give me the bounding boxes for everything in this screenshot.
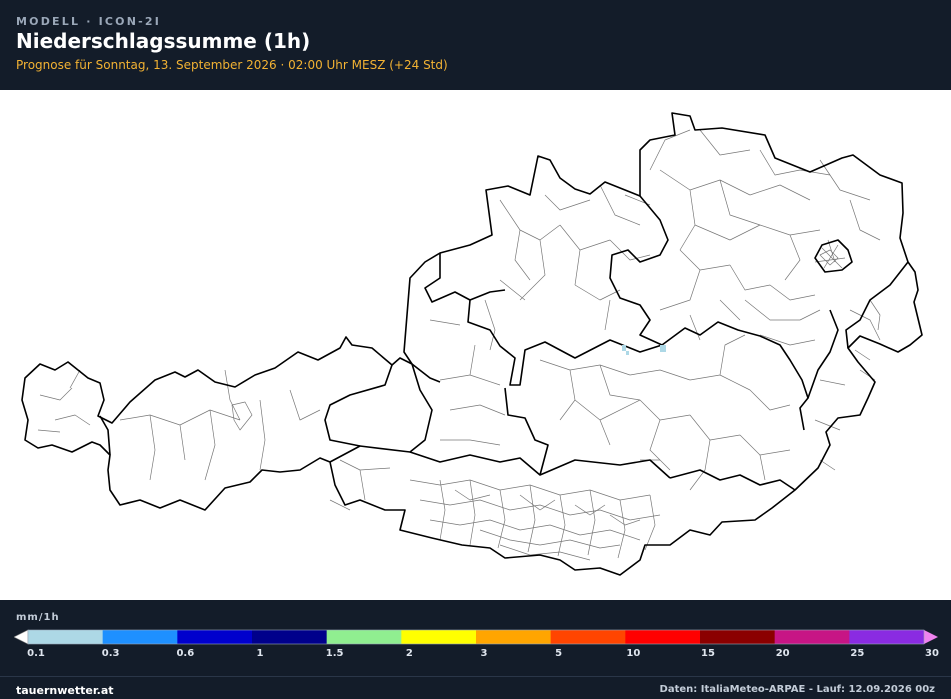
austria-map	[21, 112, 923, 576]
colorbar-segment	[476, 630, 552, 644]
precipitation-colorbar	[14, 629, 938, 645]
colorbar-tick-label: 5	[555, 648, 563, 659]
forecast-time: Prognose für Sonntag, 13. September 2026…	[16, 58, 448, 72]
precip-cell	[660, 345, 666, 352]
colorbar-segment	[326, 630, 402, 644]
colorbar-over-arrow	[924, 630, 938, 644]
site-name: tauernwetter.at	[16, 684, 114, 697]
colorbar-tick-label: 15	[701, 648, 715, 659]
colorbar-tick-label: 3	[480, 648, 488, 659]
map-canvas	[0, 90, 951, 600]
colorbar-segment	[700, 630, 776, 644]
precip-cell	[622, 345, 626, 351]
footer: mm/1h 0.1 0.3 0.6 1 1.5 2 3 5 10 15 20 25 30 tauernw…	[0, 600, 951, 699]
colorbar-segment	[102, 630, 178, 644]
colorbar-segment	[401, 630, 477, 644]
map-title: Niederschlagssumme (1h)	[16, 29, 311, 53]
colorbar-under-arrow	[14, 629, 29, 645]
model-label: MODELL · ICON-2I	[16, 15, 162, 28]
colorbar-segment	[28, 630, 104, 644]
colorbar-tick-label: 30	[925, 648, 939, 659]
footer-divider	[0, 676, 951, 677]
colorbar-tick-label: 0.3	[101, 648, 120, 659]
header: MODELL · ICON-2I Niederschlagssumme (1h)…	[0, 0, 951, 90]
colorbar-tick-label: 20	[775, 648, 790, 659]
data-credits: Daten: ItaliaMeteo-ARPAE - Lauf: 12.09.2…	[659, 684, 935, 695]
colorbar-tick-label: 0.6	[176, 648, 195, 659]
legend-unit: mm/1h	[16, 612, 60, 623]
colorbar-tick-label: 10	[626, 648, 641, 659]
colorbar-segment	[177, 630, 253, 644]
colorbar-segment	[849, 630, 925, 644]
colorbar-tick-label: 0.1	[27, 648, 45, 659]
colorbar-segment	[625, 630, 701, 644]
colorbar-segment	[774, 630, 850, 644]
precip-cell	[626, 351, 629, 355]
colorbar-tick-label: 1	[256, 648, 264, 659]
colorbar-tick-label: 1.5	[325, 648, 344, 659]
colorbar-tick-label: 25	[850, 648, 865, 659]
district-borders	[37, 129, 881, 561]
colorbar-segment	[252, 630, 328, 644]
colorbar-segment	[550, 630, 626, 644]
colorbar-tick-label: 2	[405, 648, 413, 659]
